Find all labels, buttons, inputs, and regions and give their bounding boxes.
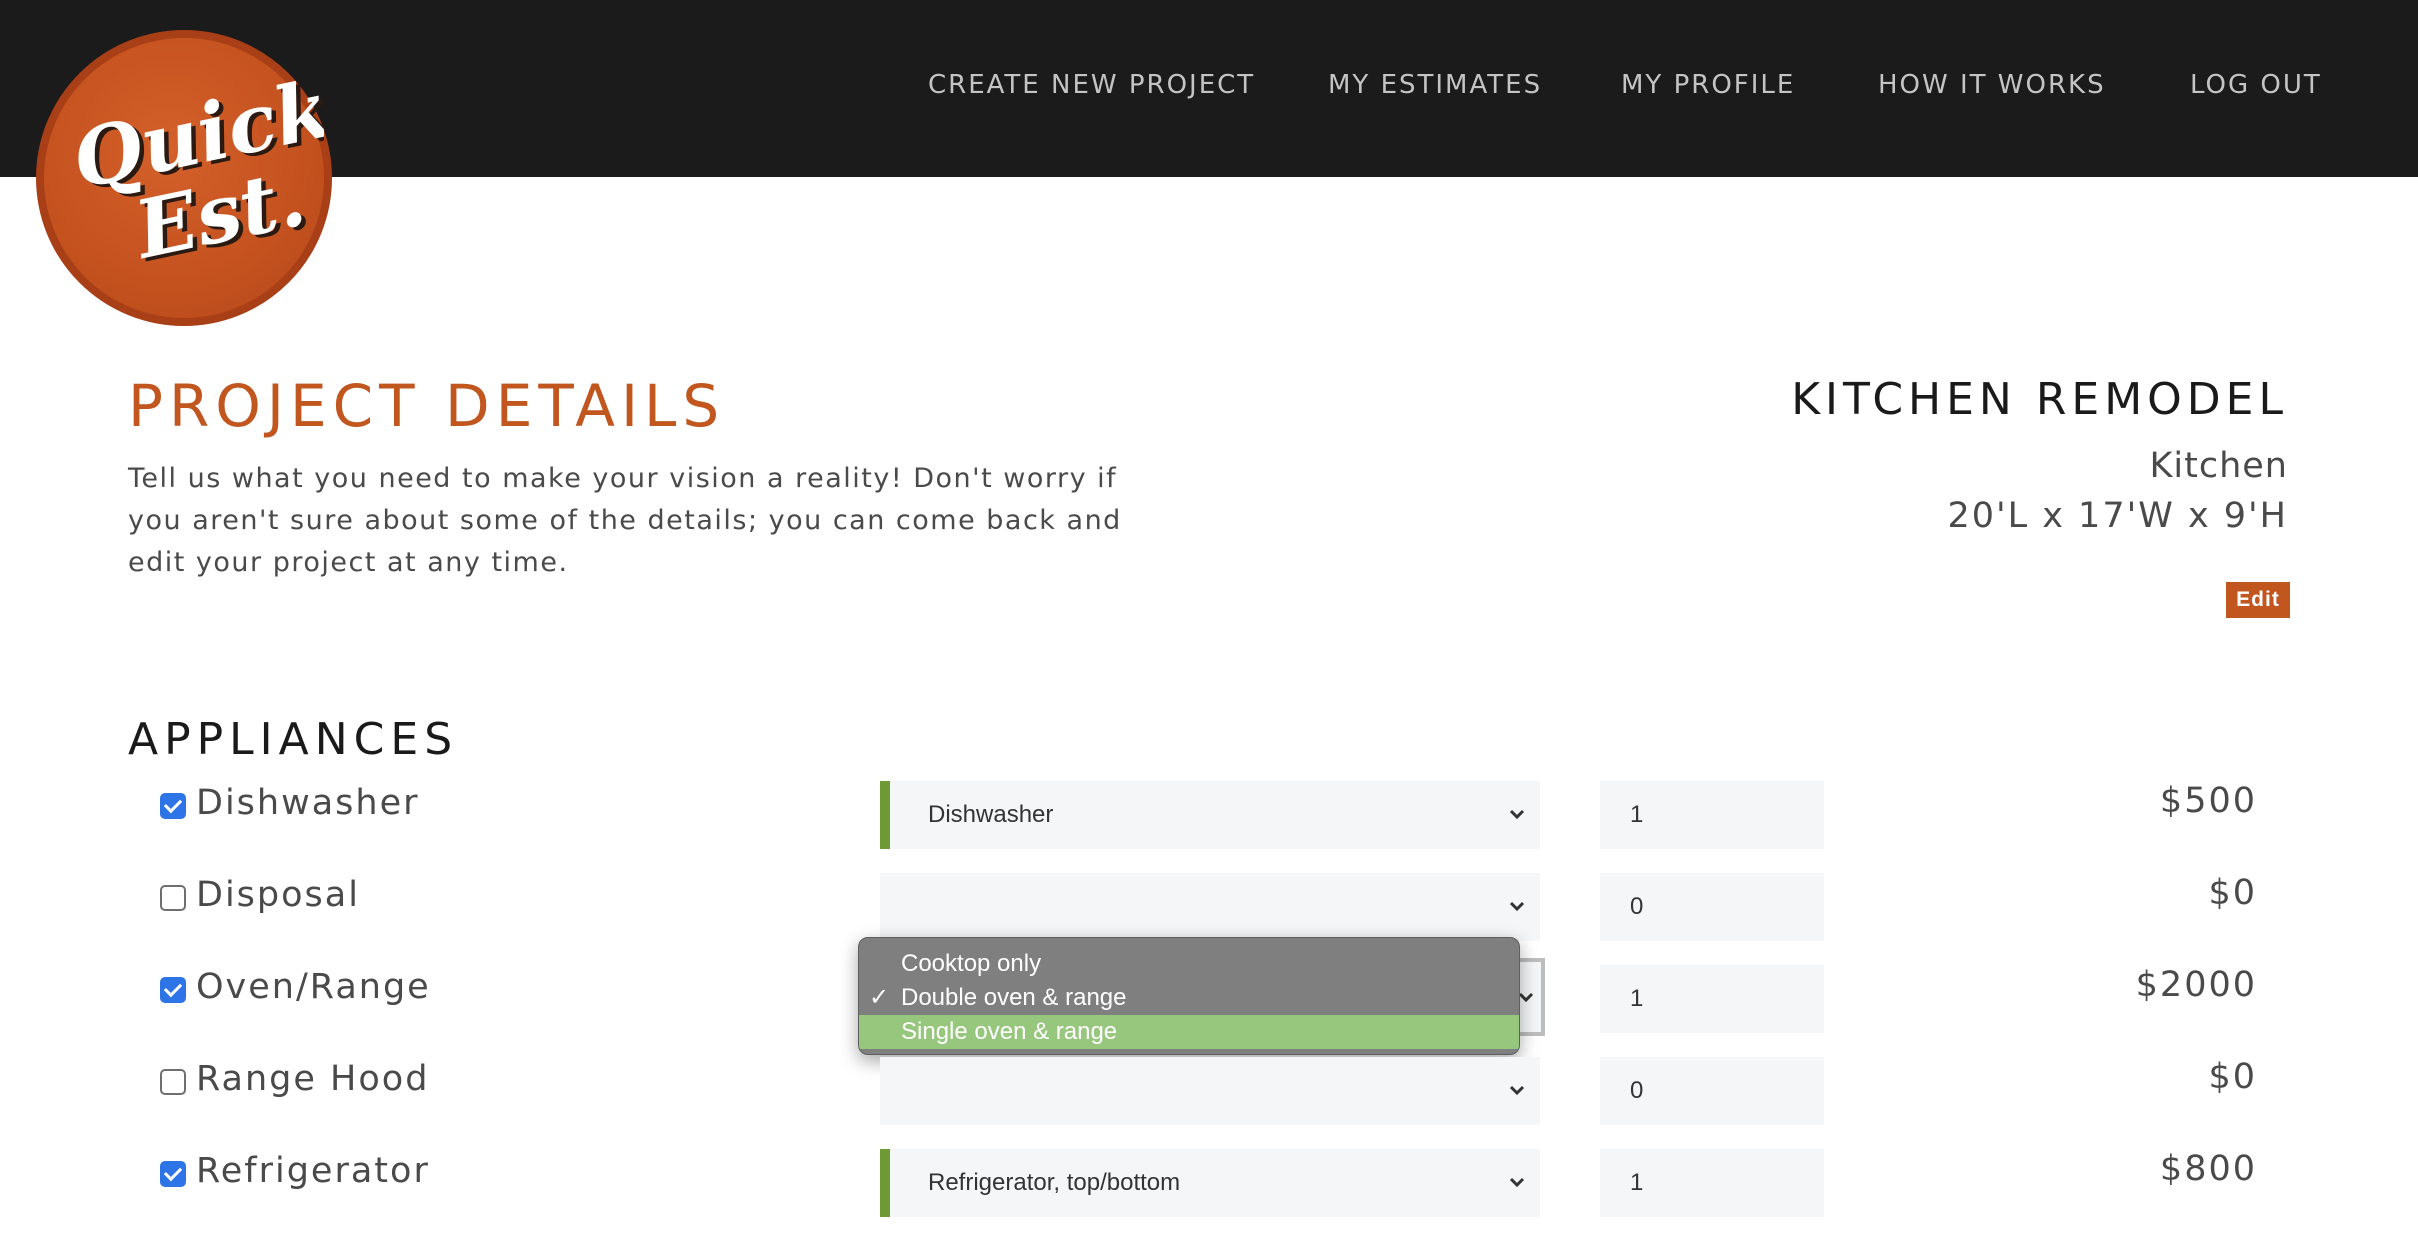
chevron-down-icon	[1509, 901, 1525, 912]
quantity-value: 0	[1630, 1077, 1644, 1104]
edit-project-button[interactable]: Edit	[2226, 582, 2290, 618]
select-value: Dishwasher	[928, 801, 1054, 828]
appliance-row-range-hood: Range Hood 0 $0	[0, 1057, 2418, 1127]
option-label: Cooktop only	[901, 950, 1042, 977]
appliance-row-refrigerator: Refrigerator Refrigerator, top/bottom 1 …	[0, 1149, 2418, 1219]
quantity-value: 0	[1630, 893, 1644, 920]
chevron-down-icon	[1509, 809, 1525, 820]
project-name: KITCHEN REMODEL	[1791, 374, 2288, 425]
dropdown-option-cooktop-only[interactable]: Cooktop only	[859, 947, 1519, 981]
disposal-checkbox[interactable]	[160, 885, 186, 911]
select-value: Refrigerator, top/bottom	[928, 1169, 1181, 1196]
quantity-value: 1	[1630, 801, 1644, 828]
range-hood-checkbox[interactable]	[160, 1069, 186, 1095]
page-title: PROJECT DETAILS	[128, 372, 726, 440]
appliance-label: Disposal	[196, 875, 360, 915]
project-dimensions: 20'L x 17'W x 9'H	[1947, 496, 2288, 536]
quantity-value: 1	[1630, 1169, 1644, 1196]
range-hood-type-select[interactable]	[880, 1057, 1540, 1125]
appliance-row-dishwasher: Dishwasher Dishwasher 1 $500	[0, 781, 2418, 851]
logo-wordmark: Quick Quick Est. Est.	[64, 61, 324, 280]
appliance-price: $0	[2208, 873, 2257, 913]
appliance-row-disposal: Disposal 0 $0	[0, 873, 2418, 943]
refrigerator-quantity-input[interactable]: 1	[1600, 1149, 1824, 1217]
disposal-type-select[interactable]	[880, 873, 1540, 941]
nav-log-out[interactable]: LOG OUT	[2190, 70, 2322, 100]
appliance-price: $2000	[2135, 965, 2257, 1005]
appliance-price: $0	[2208, 1057, 2257, 1097]
refrigerator-type-select[interactable]: Refrigerator, top/bottom	[880, 1149, 1540, 1217]
chevron-down-icon	[1509, 1085, 1525, 1096]
check-mark-icon: ✓	[869, 984, 890, 1011]
project-room: Kitchen	[2149, 446, 2288, 486]
oven-range-quantity-input[interactable]: 1	[1600, 965, 1824, 1033]
option-label: Double oven & range	[901, 984, 1127, 1011]
dishwasher-checkbox[interactable]	[160, 793, 186, 819]
nav-my-profile[interactable]: MY PROFILE	[1621, 70, 1795, 100]
nav-create-new-project[interactable]: CREATE NEW PROJECT	[928, 70, 1255, 100]
appliance-label: Range Hood	[196, 1059, 430, 1099]
page-intro: Tell us what you need to make your visio…	[128, 463, 1122, 578]
oven-range-dropdown-menu: Cooktop only ✓ Double oven & range Singl…	[858, 937, 1520, 1055]
top-navigation-bar: CREATE NEW PROJECT MY ESTIMATES MY PROFI…	[0, 0, 2418, 177]
nav-how-it-works[interactable]: HOW IT WORKS	[1878, 70, 2106, 100]
appliance-price: $800	[2159, 1149, 2257, 1189]
disposal-quantity-input[interactable]: 0	[1600, 873, 1824, 941]
chevron-down-icon	[1509, 1177, 1525, 1188]
range-hood-quantity-input[interactable]: 0	[1600, 1057, 1824, 1125]
dropdown-option-single-oven-range[interactable]: Single oven & range	[859, 1015, 1519, 1049]
quantity-value: 1	[1630, 985, 1644, 1012]
appliances-section-title: APPLIANCES	[128, 714, 459, 765]
appliance-label: Dishwasher	[196, 783, 420, 823]
dropdown-option-double-oven-range[interactable]: ✓ Double oven & range	[859, 981, 1519, 1015]
appliance-label: Refrigerator	[196, 1151, 430, 1191]
refrigerator-checkbox[interactable]	[160, 1161, 186, 1187]
option-label: Single oven & range	[901, 1018, 1118, 1045]
nav-my-estimates[interactable]: MY ESTIMATES	[1328, 70, 1542, 100]
dishwasher-quantity-input[interactable]: 1	[1600, 781, 1824, 849]
oven-range-checkbox[interactable]	[160, 977, 186, 1003]
appliance-label: Oven/Range	[196, 967, 431, 1007]
quick-est-logo[interactable]: Quick Quick Est. Est.	[36, 30, 332, 326]
appliance-price: $500	[2159, 781, 2257, 821]
dishwasher-type-select[interactable]: Dishwasher	[880, 781, 1540, 849]
